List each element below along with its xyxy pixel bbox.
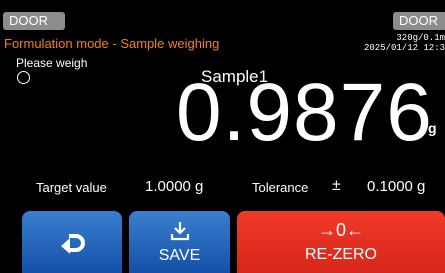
tolerance-label: Tolerance: [252, 180, 309, 195]
instruction-text: Please weigh: [16, 56, 88, 70]
return-arrow-icon: [22, 231, 122, 262]
mode-label: Formulation mode - Sample weighing: [4, 36, 220, 51]
stability-indicator-icon: [17, 71, 30, 84]
save-button[interactable]: SAVE: [129, 211, 230, 273]
weight-unit: g: [428, 120, 437, 136]
status-info: 320g/0.1m 2025/01/12 12:3: [364, 33, 445, 53]
download-tray-icon: [129, 219, 230, 248]
door-left-button[interactable]: DOOR: [3, 12, 65, 30]
target-value: 1.0000 g: [145, 178, 204, 195]
rezero-icon: →0←: [317, 220, 364, 240]
plus-minus-symbol: ±: [332, 177, 341, 194]
tolerance-value: 0.1000 g: [367, 178, 426, 195]
rezero-button-label: RE-ZERO: [305, 246, 377, 263]
capacity-readout: 320g/0.1m: [396, 33, 445, 43]
target-value-label: Target value: [36, 180, 107, 195]
datetime-readout: 2025/01/12 12:3: [363, 43, 445, 53]
door-right-button[interactable]: DOOR: [393, 12, 445, 30]
save-button-label: SAVE: [158, 247, 201, 264]
rezero-button[interactable]: →0← RE-ZERO: [237, 211, 445, 273]
weight-display: 0.9876: [176, 67, 433, 158]
back-button[interactable]: [22, 211, 122, 273]
